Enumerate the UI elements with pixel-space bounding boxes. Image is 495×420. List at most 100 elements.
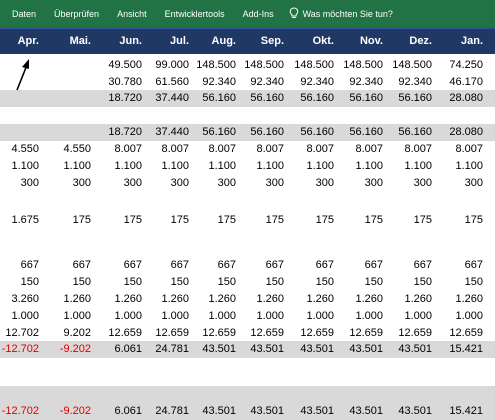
table-cell[interactable]: 43.501 (289, 341, 334, 358)
table-cell[interactable]: 175 (388, 212, 432, 229)
table-cell[interactable]: 300 (438, 175, 483, 192)
table-cell[interactable] (388, 386, 432, 403)
table-cell[interactable]: 1.100 (438, 158, 483, 175)
spreadsheet-grid[interactable]: Apr. Mai. Jun. Jul. Aug. Sep. Okt. Nov. Dez. Jan.… (0, 27, 495, 420)
table-cell[interactable]: 1.000 (51, 308, 91, 325)
table-cell[interactable] (0, 90, 39, 107)
table-cell[interactable]: 300 (100, 175, 142, 192)
table-cell[interactable]: 56.160 (388, 90, 432, 107)
table-cell[interactable]: 300 (192, 175, 236, 192)
table-cell[interactable] (51, 238, 91, 255)
table-cell[interactable] (100, 238, 142, 255)
table-cell[interactable]: 1.000 (0, 308, 39, 325)
table-cell[interactable]: 1.260 (100, 291, 142, 308)
table-cell[interactable] (192, 108, 236, 125)
table-cell[interactable] (192, 195, 236, 212)
table-cell[interactable] (0, 195, 39, 212)
table-cell[interactable]: 175 (192, 212, 236, 229)
table-cell[interactable]: 1.000 (192, 308, 236, 325)
table-cell[interactable] (51, 90, 91, 107)
table-cell[interactable] (438, 238, 483, 255)
table-cell[interactable]: 150 (289, 274, 334, 291)
tab-entwicklertools[interactable]: Entwicklertools (165, 9, 225, 19)
table-cell[interactable]: 12.659 (192, 325, 236, 342)
table-cell[interactable]: -12.702 (0, 403, 39, 420)
table-cell[interactable]: 148.500 (192, 57, 236, 74)
table-cell[interactable]: 150 (0, 274, 39, 291)
table-cell[interactable] (0, 386, 39, 403)
table-cell[interactable]: 667 (192, 257, 236, 274)
table-cell[interactable]: 1.100 (0, 158, 39, 175)
table-cell[interactable] (438, 195, 483, 212)
table-cell[interactable] (192, 238, 236, 255)
table-cell[interactable]: 43.501 (388, 403, 432, 420)
table-cell[interactable]: -12.702 (0, 341, 39, 358)
table-cell[interactable]: 667 (438, 257, 483, 274)
table-cell[interactable]: 56.160 (338, 90, 383, 107)
table-cell[interactable]: 9.202 (51, 325, 91, 342)
table-cell[interactable]: 1.000 (388, 308, 432, 325)
table-cell[interactable]: 56.160 (192, 90, 236, 107)
table-cell[interactable]: 1.000 (100, 308, 142, 325)
table-cell[interactable] (0, 124, 39, 141)
table-cell[interactable]: 12.659 (388, 325, 432, 342)
table-cell[interactable]: 43.501 (240, 341, 284, 358)
column-header[interactable]: Okt. (289, 29, 334, 54)
table-cell[interactable]: 28.080 (438, 90, 483, 107)
table-cell[interactable]: 18.720 (100, 90, 142, 107)
table-cell[interactable] (338, 386, 383, 403)
table-cell[interactable]: 6.061 (100, 403, 142, 420)
table-cell[interactable]: 148.500 (240, 57, 284, 74)
table-cell[interactable]: 300 (0, 175, 39, 192)
table-cell[interactable]: 150 (146, 274, 189, 291)
table-cell[interactable] (289, 386, 334, 403)
table-cell[interactable]: 1.100 (240, 158, 284, 175)
table-cell[interactable]: 175 (338, 212, 383, 229)
table-cell[interactable] (51, 74, 91, 91)
table-cell[interactable]: 4.550 (0, 141, 39, 158)
table-cell[interactable]: 150 (438, 274, 483, 291)
table-cell[interactable]: 8.007 (192, 141, 236, 158)
tab-daten[interactable]: Daten (12, 9, 36, 19)
table-cell[interactable]: 1.675 (0, 212, 39, 229)
table-cell[interactable]: 1.260 (192, 291, 236, 308)
table-cell[interactable]: 92.340 (289, 74, 334, 91)
table-cell[interactable]: 150 (51, 274, 91, 291)
table-cell[interactable] (388, 195, 432, 212)
table-cell[interactable] (192, 386, 236, 403)
table-cell[interactable] (51, 386, 91, 403)
table-cell[interactable]: 56.160 (289, 90, 334, 107)
table-cell[interactable]: 1.260 (388, 291, 432, 308)
table-cell[interactable]: 24.781 (146, 341, 189, 358)
table-cell[interactable] (100, 108, 142, 125)
table-cell[interactable]: 99.000 (146, 57, 189, 74)
table-cell[interactable] (240, 195, 284, 212)
table-cell[interactable]: 175 (51, 212, 91, 229)
table-cell[interactable] (289, 238, 334, 255)
table-cell[interactable]: 150 (192, 274, 236, 291)
table-cell[interactable] (100, 386, 142, 403)
tell-me-search[interactable]: Was möchten Sie tun? (303, 9, 393, 19)
table-cell[interactable]: 43.501 (240, 403, 284, 420)
table-cell[interactable]: 30.780 (100, 74, 142, 91)
column-header[interactable]: Jan. (438, 29, 483, 54)
column-header[interactable]: Sep. (240, 29, 284, 54)
table-cell[interactable]: 3.260 (0, 291, 39, 308)
table-cell[interactable]: 56.160 (192, 124, 236, 141)
table-cell[interactable]: 1.000 (146, 308, 189, 325)
table-cell[interactable]: -9.202 (51, 341, 91, 358)
table-cell[interactable]: 8.007 (240, 141, 284, 158)
table-cell[interactable]: 92.340 (192, 74, 236, 91)
table-cell[interactable] (388, 108, 432, 125)
table-cell[interactable]: 1.260 (240, 291, 284, 308)
column-header[interactable]: Mai. (51, 29, 91, 54)
table-cell[interactable]: 8.007 (289, 141, 334, 158)
table-cell[interactable] (51, 108, 91, 125)
column-header[interactable]: Jun. (100, 29, 142, 54)
column-header[interactable]: Nov. (338, 29, 383, 54)
table-cell[interactable]: 92.340 (240, 74, 284, 91)
table-cell[interactable] (338, 108, 383, 125)
table-cell[interactable]: 667 (51, 257, 91, 274)
table-cell[interactable]: 61.560 (146, 74, 189, 91)
table-cell[interactable]: 8.007 (388, 141, 432, 158)
